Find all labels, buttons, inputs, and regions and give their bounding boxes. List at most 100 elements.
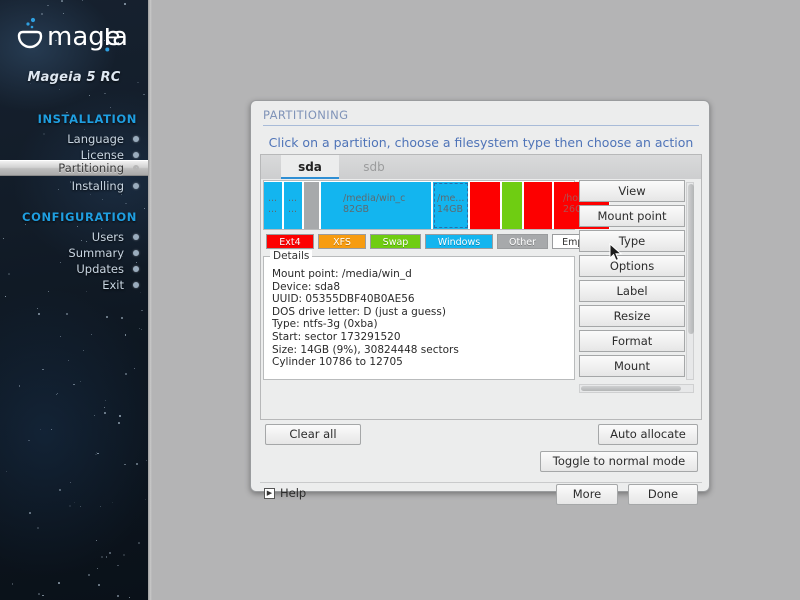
sidebar-item-installing[interactable]: Installing — [0, 178, 148, 194]
star-speck — [105, 399, 107, 401]
star-speck — [76, 226, 78, 227]
partition-block[interactable]: ...... — [284, 182, 303, 229]
star-speck — [117, 564, 120, 567]
star-speck — [88, 94, 91, 97]
partition-block[interactable] — [524, 182, 553, 229]
star-speck — [85, 290, 87, 292]
star-speck — [63, 12, 64, 14]
dialog-title-rule — [263, 125, 699, 126]
detail-line: Mount point: /media/win_d — [272, 268, 412, 280]
sidebar-item-label: Partitioning — [58, 161, 124, 175]
partition-block-selected[interactable]: /me... 14GB — [433, 182, 469, 229]
star-speck — [105, 556, 107, 558]
star-speck — [144, 207, 146, 209]
star-speck — [79, 506, 81, 508]
star-speck — [143, 93, 145, 96]
star-speck — [123, 554, 125, 557]
star-speck — [103, 407, 105, 409]
star-speck — [57, 188, 59, 190]
star-speck — [89, 193, 92, 196]
sidebar-item-summary[interactable]: Summary — [0, 245, 148, 261]
partition-block[interactable]: /media/win_c 82GB — [321, 182, 432, 229]
legend-other[interactable]: Other — [497, 234, 548, 249]
sidebar-item-partitioning[interactable]: Partitioning — [0, 160, 148, 176]
star-speck — [118, 421, 121, 424]
sidebar-item-label: Summary — [68, 246, 124, 260]
disk-panel: ...... ...... /media/win_c 82GB /me... 14G… — [260, 179, 702, 420]
partition-label: /me... 14GB — [437, 193, 465, 215]
star-speck — [58, 488, 61, 491]
bullet-dot-icon — [133, 136, 139, 142]
mount-point-button[interactable]: Mount point — [579, 205, 685, 227]
star-speck — [137, 81, 139, 83]
partition-actions-list: View Mount point Type Options Label Resi… — [579, 180, 694, 382]
auto-allocate-button[interactable]: Auto allocate — [598, 424, 698, 445]
type-button[interactable]: Type — [579, 230, 685, 252]
done-button[interactable]: Done — [628, 484, 698, 505]
actions-vertical-scrollbar[interactable] — [686, 182, 694, 380]
star-speck — [116, 594, 119, 597]
partition-label: /media/win_c 82GB — [343, 193, 406, 215]
star-speck — [59, 88, 60, 90]
actions-horizontal-scroll-thumb[interactable] — [581, 386, 681, 391]
options-button[interactable]: Options — [579, 255, 685, 277]
toggle-normal-mode-button[interactable]: Toggle to normal mode — [540, 451, 698, 472]
sidebar-item-label: Updates — [76, 262, 124, 276]
star-speck — [36, 307, 39, 310]
sidebar-item-language[interactable]: Language — [0, 131, 148, 147]
star-speck — [138, 542, 140, 544]
legend-ext4[interactable]: Ext4 — [266, 234, 314, 249]
star-speck — [86, 186, 88, 188]
view-button[interactable]: View — [579, 180, 685, 202]
star-speck — [87, 573, 90, 576]
sidebar-item-updates[interactable]: Updates — [0, 261, 148, 277]
star-speck — [66, 313, 69, 316]
label-button[interactable]: Label — [579, 280, 685, 302]
format-button[interactable]: Format — [579, 330, 685, 352]
star-speck — [123, 3, 126, 5]
star-speck — [100, 505, 102, 508]
star-speck — [145, 459, 148, 462]
sidebar-item-users[interactable]: Users — [0, 229, 148, 245]
star-speck — [144, 499, 146, 501]
mount-button[interactable]: Mount — [579, 355, 685, 377]
sidebar-item-label: Users — [91, 230, 124, 244]
star-speck — [47, 291, 49, 292]
legend-windows[interactable]: Windows — [425, 234, 493, 249]
star-speck — [125, 203, 127, 205]
star-speck — [125, 372, 128, 375]
star-speck — [74, 501, 76, 503]
clear-all-button[interactable]: Clear all — [265, 424, 361, 445]
star-speck — [140, 328, 142, 330]
detail-line: Cylinder 10786 to 12705 — [272, 356, 403, 369]
partition-block[interactable]: ...... — [264, 182, 283, 229]
star-speck — [18, 385, 21, 387]
star-speck — [29, 83, 31, 84]
partition-block[interactable] — [502, 182, 523, 229]
tab-sdb[interactable]: sdb — [345, 155, 403, 180]
star-speck — [6, 471, 7, 472]
bullet-dot-icon — [133, 152, 139, 158]
detail-line: Type: ntfs-3g (0xba) — [272, 318, 378, 331]
partition-block[interactable] — [304, 182, 320, 229]
more-button[interactable]: More — [556, 484, 618, 505]
star-speck — [119, 415, 121, 417]
legend-xfs[interactable]: XFS — [318, 234, 366, 249]
actions-vertical-scroll-thumb[interactable] — [688, 184, 694, 334]
actions-horizontal-scrollbar[interactable] — [579, 384, 694, 393]
star-speck — [37, 526, 40, 529]
partition-block[interactable] — [470, 182, 501, 229]
sidebar-item-label: Exit — [102, 278, 124, 292]
sidebar-item-label: Language — [67, 132, 124, 146]
tab-sda[interactable]: sda — [281, 155, 339, 180]
star-speck — [124, 463, 126, 466]
product-version: Mageia 5 RC — [27, 70, 121, 85]
legend-swap[interactable]: Swap — [370, 234, 421, 249]
star-speck — [109, 552, 112, 555]
sidebar-item-exit[interactable]: Exit — [0, 277, 148, 293]
resize-button[interactable]: Resize — [579, 305, 685, 327]
star-speck — [94, 414, 96, 416]
star-speck — [42, 594, 45, 597]
help-link[interactable]: ▶ Help — [264, 486, 306, 500]
star-speck — [112, 502, 114, 504]
